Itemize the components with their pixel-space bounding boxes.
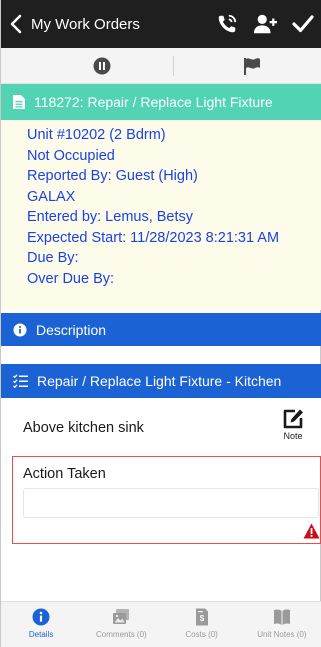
info-due-by: Due By: bbox=[27, 250, 79, 266]
order-title: 118272: Repair / Replace Light Fixture bbox=[34, 94, 273, 110]
phone-call-icon bbox=[218, 14, 237, 33]
task-title: Repair / Replace Light Fixture - Kitchen bbox=[37, 373, 282, 389]
info-unit: Unit #10202 (2 Bdrm) bbox=[27, 127, 166, 143]
info-entered-by: Entered by: Lemus, Betsy bbox=[27, 209, 194, 225]
order-info: Unit #10202 (2 Bdrm) Not Occupied Report… bbox=[1, 120, 321, 310]
nav-actions bbox=[208, 0, 321, 48]
check-icon bbox=[292, 15, 314, 33]
info-occupancy: Not Occupied bbox=[27, 147, 115, 164]
tab-label: Costs (0) bbox=[185, 630, 218, 639]
info-icon bbox=[32, 608, 50, 626]
action-taken-input[interactable] bbox=[23, 488, 319, 518]
info-reported-by: Reported By: Guest (High) bbox=[27, 168, 198, 184]
tab-details[interactable]: Details bbox=[1, 602, 81, 647]
description-section[interactable]: Description bbox=[1, 313, 321, 346]
add-user-icon bbox=[253, 14, 277, 34]
note-button[interactable]: Note bbox=[279, 408, 307, 446]
app-frame: My Work Orders 118272: Repair / Replace … bbox=[0, 0, 321, 647]
task-row: Above kitchen sink Note bbox=[1, 398, 321, 456]
info-expected-start: Expected Start: 11/28/2023 8:21:31 AM bbox=[27, 229, 280, 246]
info-icon bbox=[13, 323, 27, 336]
task-section[interactable]: Repair / Replace Light Fixture - Kitchen bbox=[1, 364, 321, 398]
tab-costs[interactable]: $ Costs (0) bbox=[162, 602, 242, 647]
image-icon bbox=[113, 609, 130, 624]
svg-text:$: $ bbox=[199, 614, 204, 623]
tab-unit-notes[interactable]: Unit Notes (0) bbox=[242, 602, 321, 647]
call-button[interactable] bbox=[208, 0, 246, 48]
tab-label: Details bbox=[28, 630, 54, 639]
tab-label: Unit Notes (0) bbox=[257, 630, 307, 639]
order-header: 118272: Repair / Replace Light Fixture bbox=[1, 84, 321, 120]
back-button[interactable]: My Work Orders bbox=[1, 0, 140, 48]
action-taken-section: Action Taken bbox=[12, 456, 321, 544]
bottom-tab-bar: Details Comments (0) $ Costs (0) Unit No… bbox=[1, 601, 321, 647]
flag-icon[interactable] bbox=[243, 57, 261, 75]
document-icon bbox=[13, 95, 25, 109]
checklist-icon bbox=[13, 374, 28, 388]
tab-comments[interactable]: Comments (0) bbox=[81, 602, 161, 647]
top-nav-bar: My Work Orders bbox=[1, 0, 321, 48]
complete-button[interactable] bbox=[284, 0, 321, 48]
book-icon bbox=[273, 609, 290, 625]
chevron-left-icon bbox=[10, 14, 22, 34]
tool-divider bbox=[173, 56, 174, 76]
edit-note-icon bbox=[283, 409, 303, 429]
warning-icon bbox=[303, 523, 320, 539]
task-location: Above kitchen sink bbox=[23, 420, 144, 436]
invoice-icon: $ bbox=[195, 608, 208, 626]
assign-user-button[interactable] bbox=[246, 0, 284, 48]
info-over-due-by: Over Due By: bbox=[27, 270, 115, 287]
pause-icon[interactable] bbox=[93, 57, 111, 75]
note-label: Note bbox=[283, 431, 303, 441]
info-property: GALAX bbox=[27, 188, 76, 205]
action-taken-label: Action Taken bbox=[23, 466, 106, 482]
description-label: Description bbox=[36, 321, 107, 338]
tab-label: Comments (0) bbox=[96, 630, 147, 639]
tool-row bbox=[1, 48, 321, 84]
nav-title: My Work Orders bbox=[31, 15, 140, 33]
